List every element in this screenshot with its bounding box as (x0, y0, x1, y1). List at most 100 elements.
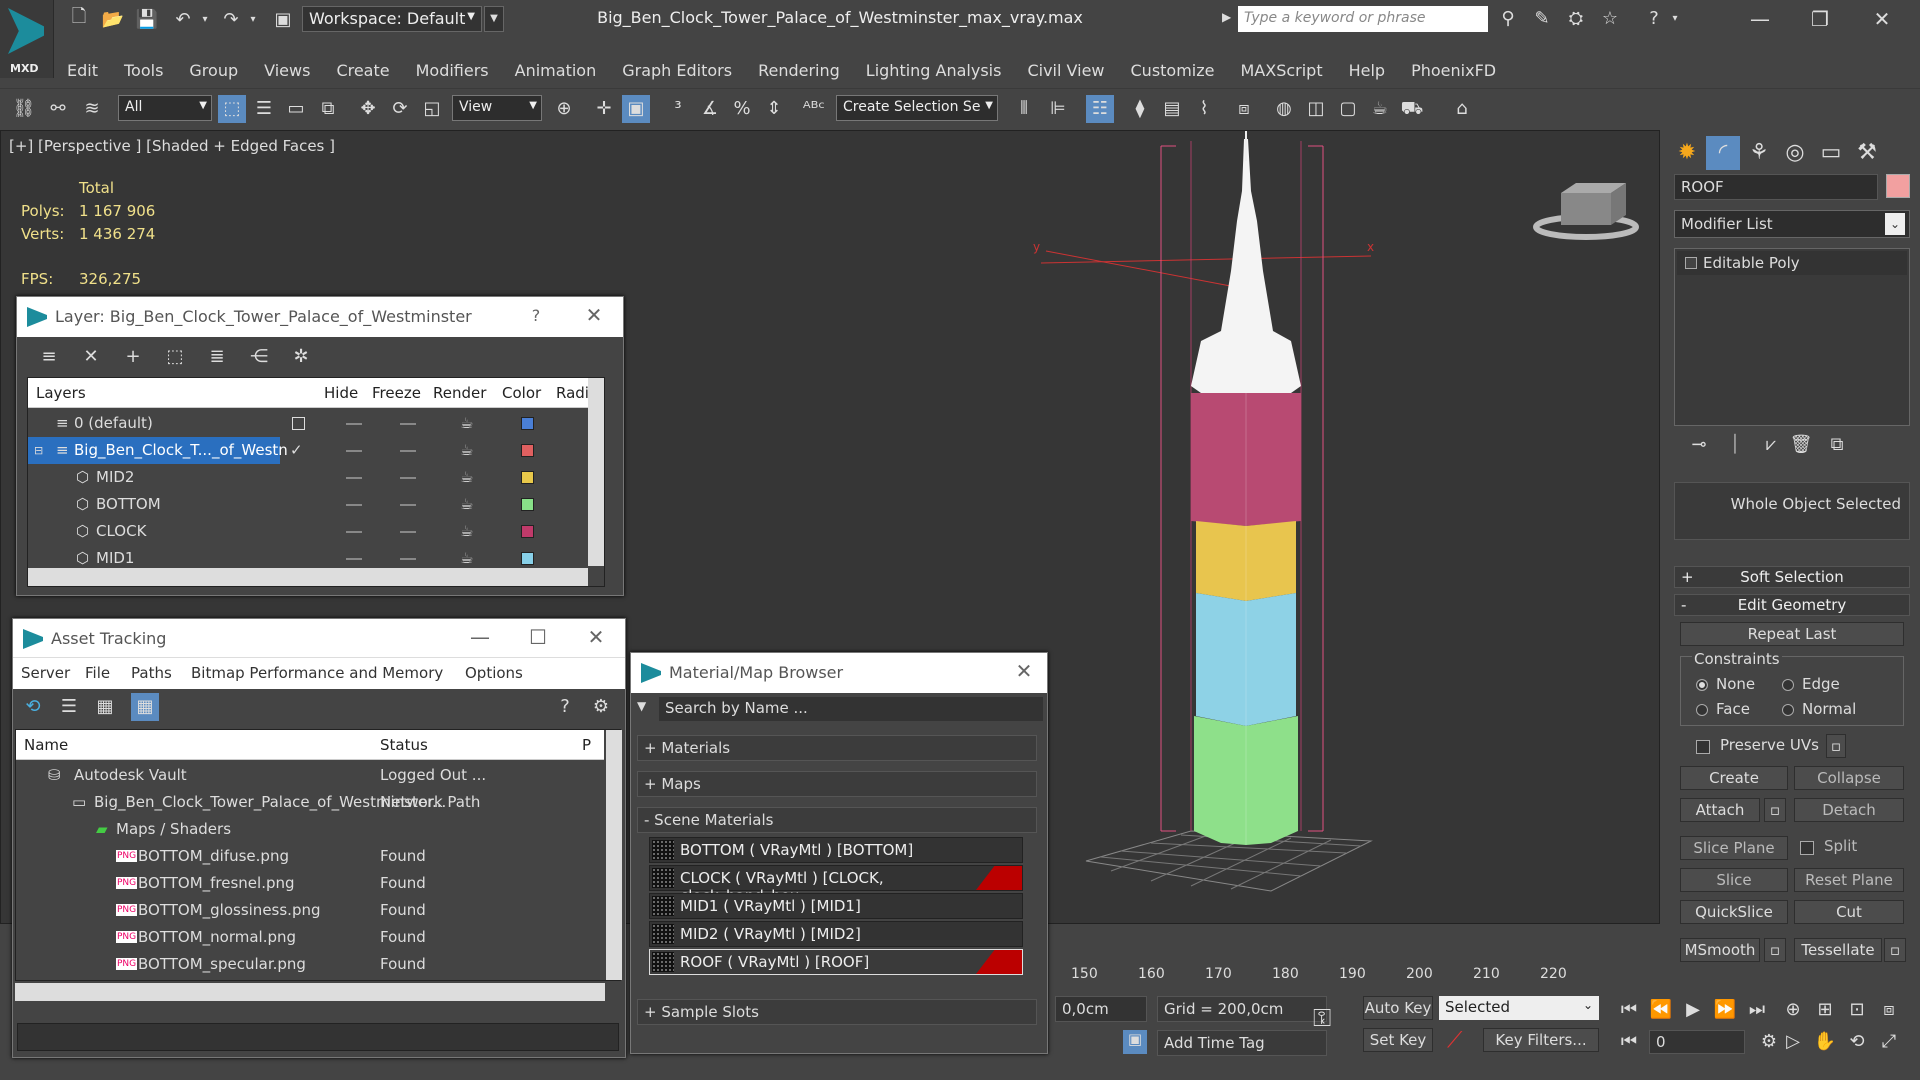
detach-button[interactable]: Detach (1794, 798, 1904, 822)
key-mode-icon[interactable]: ⏮ (1615, 1028, 1643, 1056)
material-editor-icon[interactable]: ◍ (1270, 95, 1298, 123)
col-radiosity[interactable]: Radi (556, 384, 589, 402)
layer-color-swatch[interactable] (521, 417, 534, 430)
show-end-result-icon[interactable]: ⏐ (1722, 434, 1748, 460)
layer-color-swatch[interactable] (521, 525, 534, 538)
maximize-icon[interactable]: ☐ (523, 625, 553, 649)
spinner-snap-icon[interactable]: ⇕ (760, 95, 788, 123)
render-teapot-icon[interactable]: ☕ (460, 437, 473, 464)
menu-create[interactable]: Create (323, 56, 402, 86)
pan-icon[interactable]: ✋ (1811, 1028, 1839, 1056)
previous-frame-icon[interactable]: ⏪ (1647, 996, 1675, 1024)
asset-list[interactable]: Name Status P ⛁ Autodesk Vault Logged Out … (15, 729, 622, 981)
col-hide[interactable]: Hide (324, 384, 358, 402)
layer-color-swatch[interactable] (521, 552, 534, 565)
render-teapot-icon[interactable]: ☕ (460, 518, 473, 545)
modifier-stack[interactable]: Editable Poly (1674, 248, 1910, 426)
zoom-icon[interactable]: ⊕ (1779, 996, 1807, 1024)
quickslice-button[interactable]: QuickSlice (1680, 900, 1788, 924)
redo-dropdown-icon[interactable]: ▾ (246, 6, 260, 32)
layer-explorer-icon[interactable]: ⧫ (1126, 95, 1154, 123)
current-layer-check-icon[interactable]: ✓ (290, 437, 303, 464)
add-time-tag-button[interactable]: Add Time Tag (1157, 1030, 1327, 1056)
scale-icon[interactable]: ◱ (418, 95, 446, 123)
restore-icon[interactable]: ❐ (1790, 4, 1850, 34)
menu-animation[interactable]: Animation (502, 56, 610, 86)
display-tab-icon[interactable]: ▭ (1814, 136, 1848, 170)
rect-selection-icon[interactable]: ▭ (282, 95, 310, 123)
asset-row[interactable]: PNG BOTTOM_difuse.png Found (16, 843, 604, 870)
close-icon[interactable]: ✕ (1852, 4, 1912, 34)
freeze-toggle[interactable] (400, 504, 416, 506)
material-item[interactable]: MID2 ( VRayMtl ) [MID2] (649, 921, 1023, 947)
slice-plane-button[interactable]: Slice Plane (1680, 836, 1788, 860)
select-object-icon[interactable]: ⬚ (218, 95, 246, 123)
refresh-icon[interactable]: ⟲ (19, 693, 47, 721)
object-color-swatch[interactable] (1886, 174, 1910, 198)
asset-row[interactable]: PNG BOTTOM_normal.png Found (16, 924, 604, 951)
collapse-button[interactable]: Collapse (1794, 766, 1904, 790)
asset-row[interactable]: PNG BOTTOM_specular.png Found (16, 951, 604, 978)
hide-all-layers-icon[interactable]: ⋲ (245, 343, 273, 371)
options-dropdown-icon[interactable]: ▼ (637, 699, 646, 713)
help-icon[interactable]: ? (521, 306, 551, 325)
layer-row[interactable]: ⬡ MID2 ☕ (28, 464, 588, 491)
tessellate-button[interactable]: Tessellate (1794, 938, 1882, 962)
material-search-input[interactable]: Search by Name ... (659, 697, 1043, 721)
menu-help[interactable]: Help (1336, 56, 1398, 86)
asset-row[interactable]: ▰ Maps / Shaders (16, 816, 604, 843)
col-layers[interactable]: Layers (36, 384, 86, 402)
asset-list-vscrollbar[interactable] (606, 730, 622, 980)
minimize-icon[interactable]: — (1730, 4, 1790, 34)
sample-slots-rollout[interactable]: + Sample Slots (637, 999, 1037, 1025)
menu-bitmap-performance[interactable]: Bitmap Performance and Memory (191, 664, 443, 682)
col-render[interactable]: Render (433, 384, 486, 402)
select-by-name-icon[interactable]: ☰ (250, 95, 278, 123)
materials-rollout[interactable]: + Materials (637, 735, 1037, 761)
zoom-extents-icon[interactable]: ⊡ (1843, 996, 1871, 1024)
help-icon[interactable]: ? (1640, 6, 1668, 32)
redo-icon[interactable]: ↷ (218, 6, 244, 32)
menu-modifiers[interactable]: Modifiers (403, 56, 502, 86)
material-item-selected[interactable]: ROOF ( VRayMtl ) [ROOF] (649, 949, 1023, 975)
material-item[interactable]: CLOCK ( VRayMtl ) [CLOCK, clock_hand_hou… (649, 865, 1023, 905)
current-frame-field[interactable]: 0 (1649, 1030, 1745, 1054)
utilities-tab-icon[interactable]: ⚒ (1850, 136, 1884, 170)
project-folder-icon[interactable]: ▣ (270, 6, 296, 32)
set-key-button[interactable]: Set Key (1363, 1028, 1433, 1052)
layer-color-swatch[interactable] (521, 471, 534, 484)
unlink-icon[interactable]: ⚯ (44, 95, 72, 123)
settings-icon[interactable]: ⚙ (587, 693, 615, 721)
menu-group[interactable]: Group (176, 56, 251, 86)
key-icon[interactable]: ⚿ (1313, 1004, 1331, 1032)
menu-tools[interactable]: Tools (111, 56, 176, 86)
material-item[interactable]: MID1 ( VRayMtl ) [MID1] (649, 893, 1023, 919)
preserve-uvs-checkbox[interactable] (1696, 740, 1710, 754)
play-icon[interactable]: ▶ (1679, 996, 1707, 1024)
zoom-all-icon[interactable]: ⊞ (1811, 996, 1839, 1024)
add-to-layer-icon[interactable]: + (119, 343, 147, 371)
create-button[interactable]: Create (1680, 766, 1788, 790)
time-tag-icon[interactable]: ▣ (1123, 1030, 1147, 1054)
menu-paths[interactable]: Paths (131, 664, 172, 682)
new-file-icon[interactable]: 🗋 (66, 6, 92, 32)
menu-maxscript[interactable]: MAXScript (1227, 56, 1335, 86)
search-input[interactable]: Type a keyword or phrase (1238, 6, 1488, 32)
table-view-icon[interactable]: ▦ (131, 693, 159, 721)
layer-row[interactable]: ≡ 0 (default) ☕ (28, 410, 588, 437)
asset-row[interactable]: PNG BOTTOM_fresnel.png Found (16, 870, 604, 897)
set-key-mode-icon[interactable]: ⟋ (1447, 1028, 1462, 1053)
layer-list-vscrollbar[interactable] (588, 378, 604, 566)
col-status[interactable]: Status (380, 736, 428, 754)
material-item[interactable]: BOTTOM ( VRayMtl ) [BOTTOM] (649, 837, 1023, 863)
reset-plane-button[interactable]: Reset Plane (1794, 868, 1904, 892)
snap-toggle-icon[interactable]: ³ (664, 95, 692, 123)
material-window-titlebar[interactable]: Material/Map Browser ✕ (631, 653, 1047, 693)
constraint-edge-radio[interactable]: Edge (1782, 675, 1840, 693)
delete-layer-icon[interactable]: ✕ (77, 343, 105, 371)
link-icon[interactable]: ⛓ (10, 95, 38, 123)
render-setup-icon[interactable]: ◫ (1302, 95, 1330, 123)
col-path[interactable]: P (582, 736, 591, 754)
viewport-label[interactable]: [+] [Perspective ] [Shaded + Edged Faces… (9, 137, 335, 155)
key-filters-button[interactable]: Key Filters... (1483, 1028, 1599, 1052)
